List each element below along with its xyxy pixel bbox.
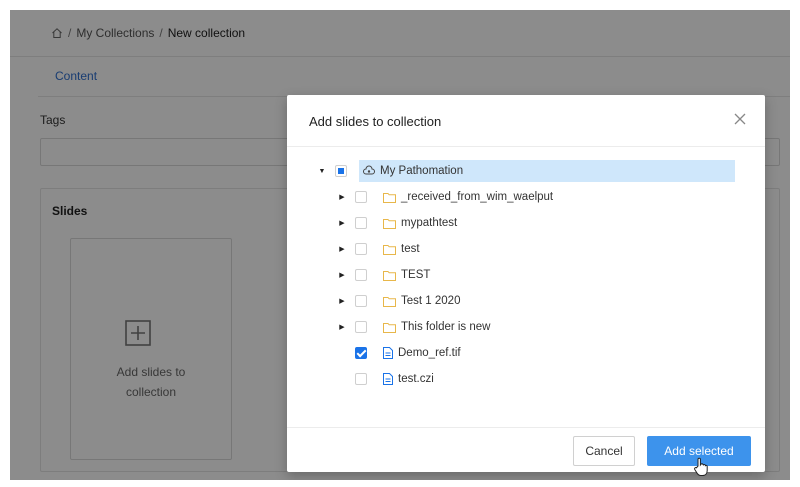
tree-node-folder: ▶ mypathtest	[337, 212, 463, 234]
tree-node-folder: ▶ _received_from_wim_waelput	[337, 186, 559, 208]
caret-down-icon[interactable]: ▼	[317, 160, 327, 182]
caret-right-icon[interactable]: ▶	[337, 264, 347, 286]
tree-node-folder-label[interactable]: Test 1 2020	[379, 290, 466, 312]
folder-icon	[383, 192, 396, 203]
tree-checkbox[interactable]	[355, 373, 367, 385]
modal-title: Add slides to collection	[309, 114, 442, 129]
file-icon	[383, 347, 393, 359]
tree-checkbox-root[interactable]	[335, 165, 347, 177]
caret-right-icon[interactable]: ▶	[337, 238, 347, 260]
caret-right-icon[interactable]: ▶	[337, 316, 347, 338]
file-icon	[383, 373, 393, 385]
tree-node-file: test.czi	[347, 368, 440, 390]
caret-right-icon[interactable]: ▶	[337, 212, 347, 234]
tree-node-label: TEST	[401, 269, 431, 281]
tree-checkbox[interactable]	[355, 269, 367, 281]
tree-node-root: ▼ My Pathomation	[317, 160, 735, 182]
hand-cursor-icon	[694, 457, 708, 476]
caret-right-icon[interactable]: ▶	[337, 290, 347, 312]
caret-right-icon[interactable]: ▶	[337, 186, 347, 208]
modal-header: Add slides to collection	[287, 95, 765, 147]
close-icon[interactable]	[733, 112, 747, 126]
app-frame: / My Collections / New collection Conten…	[10, 10, 790, 480]
tree-node-label: Demo_ref.tif	[398, 347, 461, 359]
tree-node-folder: ▶ test	[337, 238, 426, 260]
tree-node-label: _received_from_wim_waelput	[401, 191, 554, 203]
tree-node-label: mypathtest	[401, 217, 458, 229]
tree-node-folder-label[interactable]: TEST	[379, 264, 436, 286]
tree-node-label: Test 1 2020	[401, 295, 461, 307]
folder-icon	[383, 244, 396, 255]
folder-icon	[383, 270, 396, 281]
tree-node-folder: ▶ Test 1 2020	[337, 290, 466, 312]
tree-node-label: This folder is new	[401, 321, 491, 333]
tree-node-file-label[interactable]: Demo_ref.tif	[379, 342, 467, 364]
tree-node-folder-label[interactable]: test	[379, 238, 426, 260]
tree-checkbox[interactable]	[355, 321, 367, 333]
tree-node-root-label[interactable]: My Pathomation	[359, 160, 735, 182]
tree-checkbox[interactable]	[355, 191, 367, 203]
tree-checkbox-checked[interactable]	[355, 347, 367, 359]
tree-node-folder: ▶ TEST	[337, 264, 436, 286]
tree-node-label: My Pathomation	[380, 165, 464, 177]
folder-icon	[383, 322, 396, 333]
tree-checkbox[interactable]	[355, 295, 367, 307]
add-slides-modal: Add slides to collection ▼ My Pathomatio…	[287, 95, 765, 472]
folder-icon	[383, 296, 396, 307]
folder-icon	[383, 218, 396, 229]
tree-node-file-label[interactable]: test.czi	[379, 368, 440, 390]
tree-node-folder-label[interactable]: This folder is new	[379, 316, 496, 338]
tree-checkbox[interactable]	[355, 217, 367, 229]
tree-checkbox[interactable]	[355, 243, 367, 255]
tree-node-folder-label[interactable]: _received_from_wim_waelput	[379, 186, 559, 208]
tree-node-folder-label[interactable]: mypathtest	[379, 212, 463, 234]
tree-node-file: Demo_ref.tif	[347, 342, 467, 364]
tree-node-label: test.czi	[398, 373, 434, 385]
cloud-share-icon	[363, 165, 375, 175]
cancel-button[interactable]: Cancel	[573, 436, 635, 466]
tree-node-label: test	[401, 243, 420, 255]
tree-node-folder: ▶ This folder is new	[337, 316, 496, 338]
